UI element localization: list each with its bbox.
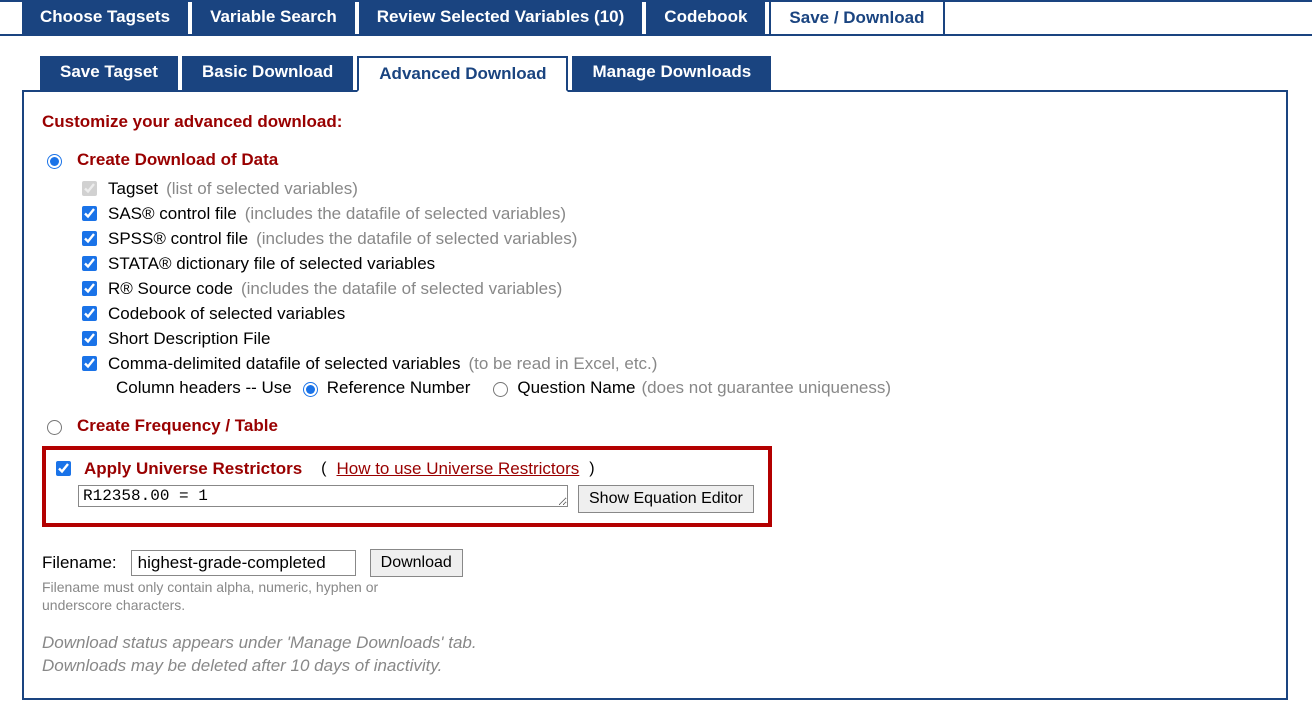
label-colheader-qname: Question Name [517,378,635,398]
tab-codebook[interactable]: Codebook [646,1,765,34]
restrictor-paren-open: ( [312,460,326,478]
subtab-save-tagset[interactable]: Save Tagset [40,56,178,90]
filename-label: Filename: [42,553,117,573]
label-create-download: Create Download of Data [77,150,278,170]
hint-tagset: (list of selected variables) [166,179,358,199]
section-title: Customize your advanced download: [42,112,1286,132]
check-codebook[interactable] [82,306,97,321]
check-sas[interactable] [82,206,97,221]
label-sas: SAS® control file [108,204,237,224]
top-nav-bar: Choose Tagsets Variable Search Review Se… [0,0,1312,36]
check-stata[interactable] [82,256,97,271]
footer-line2: Downloads may be deleted after 10 days o… [42,655,1286,678]
label-r: R® Source code [108,279,233,299]
hint-r: (includes the datafile of selected varia… [241,279,562,299]
top-tabs: Choose Tagsets Variable Search Review Se… [0,1,1312,34]
check-spss[interactable] [82,231,97,246]
hint-spss: (includes the datafile of selected varia… [256,229,577,249]
radio-colheader-ref[interactable] [303,382,318,397]
subtab-advanced-download[interactable]: Advanced Download [357,56,568,92]
tab-review-selected[interactable]: Review Selected Variables (10) [359,1,643,34]
check-csv[interactable] [82,356,97,371]
radio-create-download[interactable] [47,154,62,169]
label-codebook: Codebook of selected variables [108,304,345,324]
tab-save-download[interactable]: Save / Download [769,0,944,34]
label-stata: STATA® dictionary file of selected varia… [108,254,435,274]
restrictor-paren-close: ) [589,460,594,478]
filename-input[interactable] [131,550,356,576]
filename-hint: Filename must only contain alpha, numeri… [42,579,402,614]
radio-colheader-qname[interactable] [493,382,508,397]
check-tagset [82,181,97,196]
label-tagset: Tagset [108,179,158,199]
universe-restrictor-box: Apply Universe Restrictors ( How to use U… [42,446,772,527]
label-csv: Comma-delimited datafile of selected var… [108,354,460,374]
subtab-basic-download[interactable]: Basic Download [182,56,353,90]
download-options: Tagset (list of selected variables) SAS®… [78,176,1286,400]
label-colheader-ref: Reference Number [327,378,471,398]
link-how-to-restrictor[interactable]: How to use Universe Restrictors [336,459,579,479]
footer-note: Download status appears under 'Manage Do… [42,632,1286,678]
tab-choose-tagsets[interactable]: Choose Tagsets [22,1,188,34]
check-shortdesc[interactable] [82,331,97,346]
tab-variable-search[interactable]: Variable Search [192,1,355,34]
show-equation-editor-button[interactable]: Show Equation Editor [578,485,754,513]
panel-advanced-download: Customize your advanced download: Create… [22,90,1288,700]
check-r[interactable] [82,281,97,296]
subtab-manage-downloads[interactable]: Manage Downloads [572,56,771,90]
sub-tabs: Save Tagset Basic Download Advanced Down… [22,56,1312,90]
hint-sas: (includes the datafile of selected varia… [245,204,566,224]
colheaders-prefix: Column headers -- Use [116,378,292,398]
check-apply-restrictor[interactable] [56,461,71,476]
label-spss: SPSS® control file [108,229,248,249]
main-area: Save Tagset Basic Download Advanced Down… [0,36,1312,720]
label-create-frequency: Create Frequency / Table [77,416,278,436]
restrictor-equation-input[interactable] [78,485,568,507]
radio-create-frequency[interactable] [47,420,62,435]
hint-colheader-qname: (does not guarantee uniqueness) [642,378,892,398]
label-shortdesc: Short Description File [108,329,271,349]
hint-csv: (to be read in Excel, etc.) [468,354,657,374]
download-button[interactable]: Download [370,549,463,577]
label-apply-restrictor: Apply Universe Restrictors [84,459,302,479]
footer-line1: Download status appears under 'Manage Do… [42,632,1286,655]
